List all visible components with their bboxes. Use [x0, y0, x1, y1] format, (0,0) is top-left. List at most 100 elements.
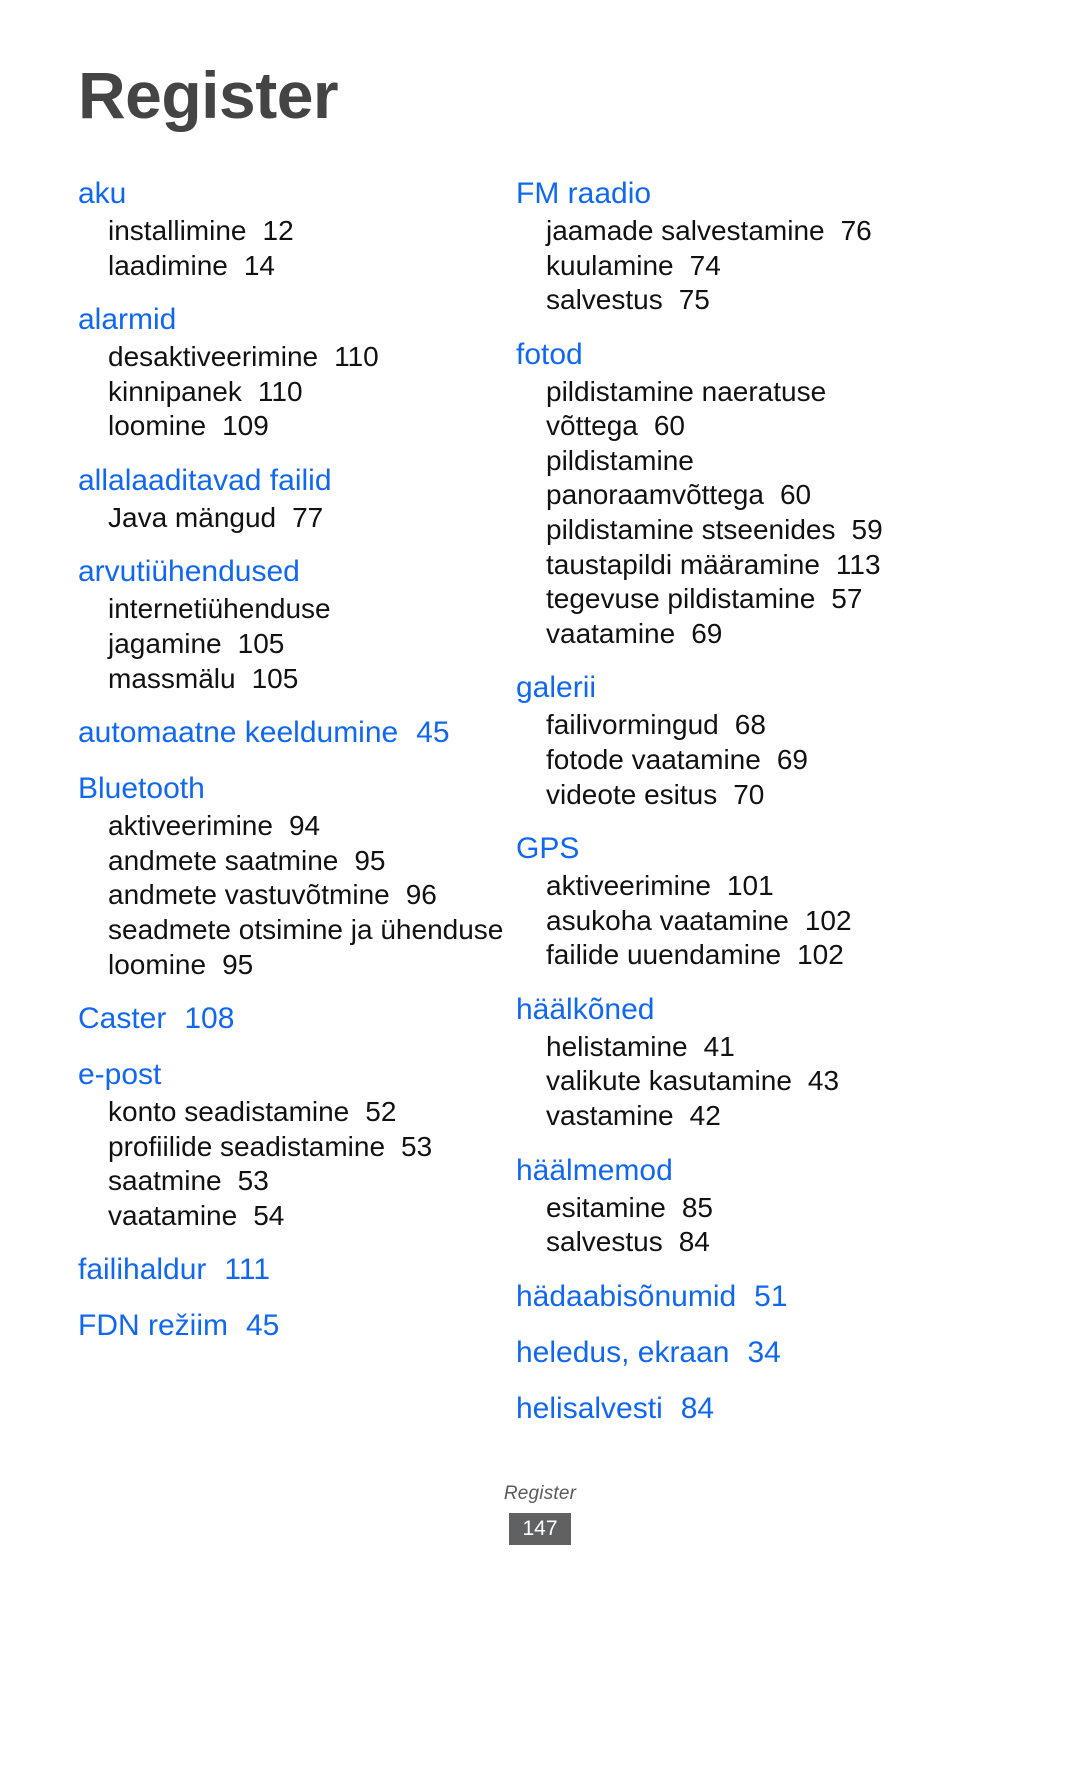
index-entry[interactable]: Java mängud 77 [78, 501, 508, 536]
index-entry-label: vaatamine [546, 617, 676, 649]
index-heading-label: FDN režiim [78, 1309, 228, 1343]
index-group: failihaldur 111 [78, 1250, 508, 1289]
page-footer: Register 147 [0, 1483, 1080, 1545]
index-group: Caster 108 [78, 999, 508, 1038]
index-entry-label: asukoha vaatamine [546, 904, 789, 936]
index-entry-label: laadimine [108, 249, 228, 281]
index-heading[interactable]: Bluetooth [78, 769, 508, 808]
index-entry-page: 41 [703, 1030, 735, 1062]
index-heading-page: 84 [680, 1391, 715, 1425]
index-heading[interactable]: alarmid [78, 300, 508, 339]
index-heading[interactable]: helisalvesti 84 [516, 1389, 946, 1428]
index-entry-page: 96 [405, 879, 437, 911]
index-entry[interactable]: seadmete otsimine ja ühenduse loomine 95 [78, 913, 508, 982]
index-entry[interactable]: aktiveerimine 94 [78, 809, 508, 844]
index-entry-page: 68 [734, 709, 766, 741]
index-entry[interactable]: massmälu 105 [78, 662, 508, 697]
index-heading-label: aku [78, 177, 127, 210]
index-entry[interactable]: loomine 109 [78, 409, 508, 444]
index-entry-page: 74 [689, 249, 721, 281]
index-entry[interactable]: andmete vastuvõtmine 96 [78, 878, 508, 913]
index-columns: aku installimine 12 laadimine 14 alarmid desak… [78, 174, 1008, 1428]
index-entry-label: aktiveerimine [108, 810, 273, 842]
index-entry[interactable]: salvestus 84 [516, 1225, 946, 1260]
index-heading[interactable]: e-post [78, 1055, 508, 1094]
index-entry-label: Java mängud [108, 501, 277, 533]
index-entry[interactable]: esitamine 85 [516, 1191, 946, 1226]
index-entry[interactable]: andmete saatmine 95 [78, 844, 508, 879]
index-entry[interactable]: videote esitus 70 [516, 778, 946, 813]
index-entry-page: 69 [776, 743, 808, 775]
index-heading[interactable]: failihaldur 111 [78, 1250, 508, 1289]
index-entry-label: helistamine [546, 1030, 688, 1062]
index-entry[interactable]: helistamine 41 [516, 1030, 946, 1065]
index-entry-page: 113 [835, 548, 881, 580]
index-heading[interactable]: Caster 108 [78, 999, 508, 1038]
index-entry-page: 59 [851, 514, 883, 546]
index-group: FM raadio jaamade salvestamine 76 kuulamine… [516, 174, 946, 318]
index-heading[interactable]: automaatne keeldumine 45 [78, 713, 508, 752]
index-heading[interactable]: häälmemod [516, 1151, 946, 1190]
index-entry[interactable]: tegevuse pildistamine 57 [516, 582, 946, 617]
index-entry-label: andmete vastuvõtmine [108, 879, 390, 911]
index-heading[interactable]: GPS [516, 829, 946, 868]
index-group: heledus, ekraan 34 [516, 1333, 946, 1372]
index-heading[interactable]: hädaabisõnumid 51 [516, 1277, 946, 1316]
index-heading[interactable]: galerii [516, 668, 946, 707]
index-entry[interactable]: salvestus 75 [516, 283, 946, 318]
index-group: helisalvesti 84 [516, 1389, 946, 1428]
index-column-right: FM raadio jaamade salvestamine 76 kuulamine… [516, 174, 946, 1428]
index-entry-label: installimine [108, 215, 247, 246]
index-entry-label: tegevuse pildistamine [546, 583, 816, 615]
index-entry[interactable]: kinnipanek 110 [78, 375, 508, 410]
index-entry[interactable]: valikute kasutamine 43 [516, 1064, 946, 1099]
index-entry[interactable]: profiilide seadistamine 53 [78, 1130, 508, 1165]
index-entry[interactable]: pildistamine panoraamvõttega 60 [516, 444, 946, 513]
index-entry[interactable]: pildistamine stseenides 59 [516, 513, 946, 548]
index-entry[interactable]: failide uuendamine 102 [516, 938, 946, 973]
index-entry[interactable]: jaamade salvestamine 76 [516, 214, 946, 249]
index-group: e-post konto seadistamine 52 profiilide sea… [78, 1055, 508, 1233]
index-entry-label: salvestus [546, 1226, 663, 1258]
index-heading[interactable]: häälkõned [516, 990, 946, 1029]
index-entry[interactable]: internetiühenduse jagamine 105 [78, 592, 508, 661]
index-entry-page: 77 [292, 501, 324, 533]
index-heading[interactable]: arvutiühendused [78, 552, 508, 591]
index-entry[interactable]: failivormingud 68 [516, 708, 946, 743]
index-entry-page: 42 [689, 1099, 721, 1131]
index-entry[interactable]: vaatamine 54 [78, 1199, 508, 1234]
index-entry-label: konto seadistamine [108, 1096, 350, 1128]
index-entry-page: 12 [262, 215, 294, 246]
index-heading[interactable]: fotod [516, 335, 946, 374]
index-entry-label: vastamine [546, 1099, 674, 1131]
index-heading[interactable]: aku [78, 174, 508, 213]
index-entry-label: saatmine [108, 1165, 222, 1197]
index-entry[interactable]: desaktiveerimine 110 [78, 340, 508, 375]
index-entry[interactable]: laadimine 14 [78, 249, 508, 284]
index-entry[interactable]: taustapildi määramine 113 [516, 548, 946, 583]
index-entry[interactable]: vastamine 42 [516, 1099, 946, 1134]
index-entry[interactable]: installimine 12 [78, 214, 508, 249]
index-entry-label: taustapildi määramine [546, 548, 820, 580]
index-entry-page: 105 [251, 662, 299, 694]
index-heading-page: 108 [184, 1002, 235, 1036]
index-entry-label: internetiühenduse jagamine [108, 593, 331, 660]
index-group: hädaabisõnumid 51 [516, 1277, 946, 1316]
index-entry[interactable]: pildistamine naeratuse võttega 60 [516, 375, 946, 444]
index-entry[interactable]: vaatamine 69 [516, 617, 946, 652]
index-entry[interactable]: saatmine 53 [78, 1164, 508, 1199]
index-entry[interactable]: fotode vaatamine 69 [516, 743, 946, 778]
index-heading[interactable]: heledus, ekraan 34 [516, 1333, 946, 1372]
index-heading[interactable]: allalaaditavad failid [78, 461, 508, 500]
index-entry-page: 53 [237, 1165, 269, 1197]
index-entry-page: 60 [779, 479, 812, 511]
index-entry[interactable]: kuulamine 74 [516, 249, 946, 284]
index-heading-page: 45 [416, 716, 450, 750]
index-heading[interactable]: FM raadio [516, 174, 946, 213]
index-entry[interactable]: aktiveerimine 101 [516, 869, 946, 904]
index-entry-label: vaatamine [108, 1199, 238, 1231]
index-heading[interactable]: FDN režiim 45 [78, 1306, 508, 1345]
index-entry[interactable]: asukoha vaatamine 102 [516, 904, 946, 939]
index-entry-label: pildistamine stseenides [546, 514, 836, 546]
index-entry[interactable]: konto seadistamine 52 [78, 1095, 508, 1130]
